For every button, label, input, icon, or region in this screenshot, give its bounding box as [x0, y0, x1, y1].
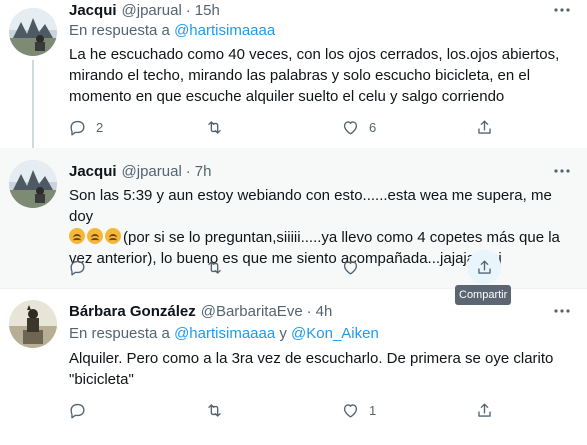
retweet-button[interactable]: [197, 393, 233, 427]
tweet-header: Jacqui @jparual · 7h: [69, 161, 211, 181]
like-button[interactable]: 6: [333, 110, 376, 144]
retweet-icon: [197, 250, 231, 284]
share-tooltip: Compartir: [455, 285, 512, 305]
reply-icon: [60, 393, 94, 427]
disappointed-face-icon: [69, 228, 85, 244]
user-handle[interactable]: @BarbaritaEve: [201, 303, 303, 320]
avatar[interactable]: [9, 160, 57, 208]
reply-conjunction: y: [279, 325, 287, 342]
retweet-icon: [197, 393, 231, 427]
like-count: 1: [369, 402, 377, 418]
more-options-icon[interactable]: [551, 301, 573, 321]
heart-icon: [333, 250, 367, 284]
tweet-text-part: Son las 5:39 y aun estoy webiando con es…: [69, 187, 552, 225]
share-icon: [467, 110, 501, 144]
avatar[interactable]: [9, 300, 57, 348]
heart-icon: [333, 110, 367, 144]
disappointed-face-icon: [105, 228, 121, 244]
action-bar: 2 6: [60, 110, 510, 144]
tweet-header: Bárbara González @BarbaritaEve · 4h: [69, 301, 332, 321]
reply-count: 2: [96, 119, 104, 135]
reply-button[interactable]: [60, 250, 96, 284]
action-bar: [60, 250, 510, 284]
share-button[interactable]: [467, 110, 501, 144]
like-button[interactable]: [333, 250, 369, 284]
timestamp[interactable]: 15h: [195, 2, 220, 19]
timestamp[interactable]: 7h: [195, 163, 212, 180]
reply-button[interactable]: [60, 393, 96, 427]
display-name[interactable]: Bárbara González: [69, 303, 196, 320]
thread-line: [32, 60, 34, 160]
tweet-text: Alquiler. Pero como a la 3ra vez de escu…: [69, 350, 554, 388]
tweet[interactable]: Jacqui @jparual · 7h Son las 5:39 y aun …: [0, 148, 587, 289]
reply-button[interactable]: 2: [60, 110, 103, 144]
reply-context: En respuesta a @hartisimaaaa y @Kon_Aike…: [69, 325, 379, 342]
separator-dot: ·: [185, 162, 191, 180]
like-count: 6: [369, 119, 377, 135]
mention-link[interactable]: @hartisimaaaa: [174, 325, 275, 342]
reply-prefix: En respuesta a: [69, 22, 170, 39]
reply-icon: [60, 250, 94, 284]
retweet-icon: [197, 110, 231, 144]
user-handle[interactable]: @jparual: [122, 163, 182, 180]
action-bar: 1: [60, 393, 510, 427]
share-icon: [467, 250, 501, 284]
tweet-text: La he escuchado como 40 veces, con los o…: [69, 46, 560, 105]
share-button[interactable]: [467, 250, 501, 284]
tweet[interactable]: Bárbara González @BarbaritaEve · 4h En r…: [0, 290, 587, 445]
retweet-button[interactable]: [197, 110, 233, 144]
timestamp[interactable]: 4h: [316, 303, 333, 320]
user-handle[interactable]: @jparual: [122, 2, 182, 19]
disappointed-face-icon: [87, 228, 103, 244]
tweet-header: Jacqui @jparual · 15h: [69, 0, 220, 20]
more-options-icon[interactable]: [551, 161, 573, 181]
separator-dot: ·: [306, 302, 312, 320]
share-icon: [467, 393, 501, 427]
display-name[interactable]: Jacqui: [69, 163, 117, 180]
retweet-button[interactable]: [197, 250, 233, 284]
avatar[interactable]: [9, 8, 57, 56]
like-button[interactable]: 1: [333, 393, 376, 427]
mention-link[interactable]: @Kon_Aiken: [291, 325, 379, 342]
mention-link[interactable]: @hartisimaaaa: [174, 22, 275, 39]
reply-icon: [60, 110, 94, 144]
share-button[interactable]: [467, 393, 501, 427]
tweet[interactable]: Jacqui @jparual · 15h En respuesta a @ha…: [0, 0, 587, 160]
reply-context: En respuesta a @hartisimaaaa: [69, 22, 275, 39]
reply-prefix: En respuesta a: [69, 325, 170, 342]
heart-icon: [333, 393, 367, 427]
display-name[interactable]: Jacqui: [69, 2, 117, 19]
more-options-icon[interactable]: [551, 0, 573, 20]
separator-dot: ·: [185, 1, 191, 19]
